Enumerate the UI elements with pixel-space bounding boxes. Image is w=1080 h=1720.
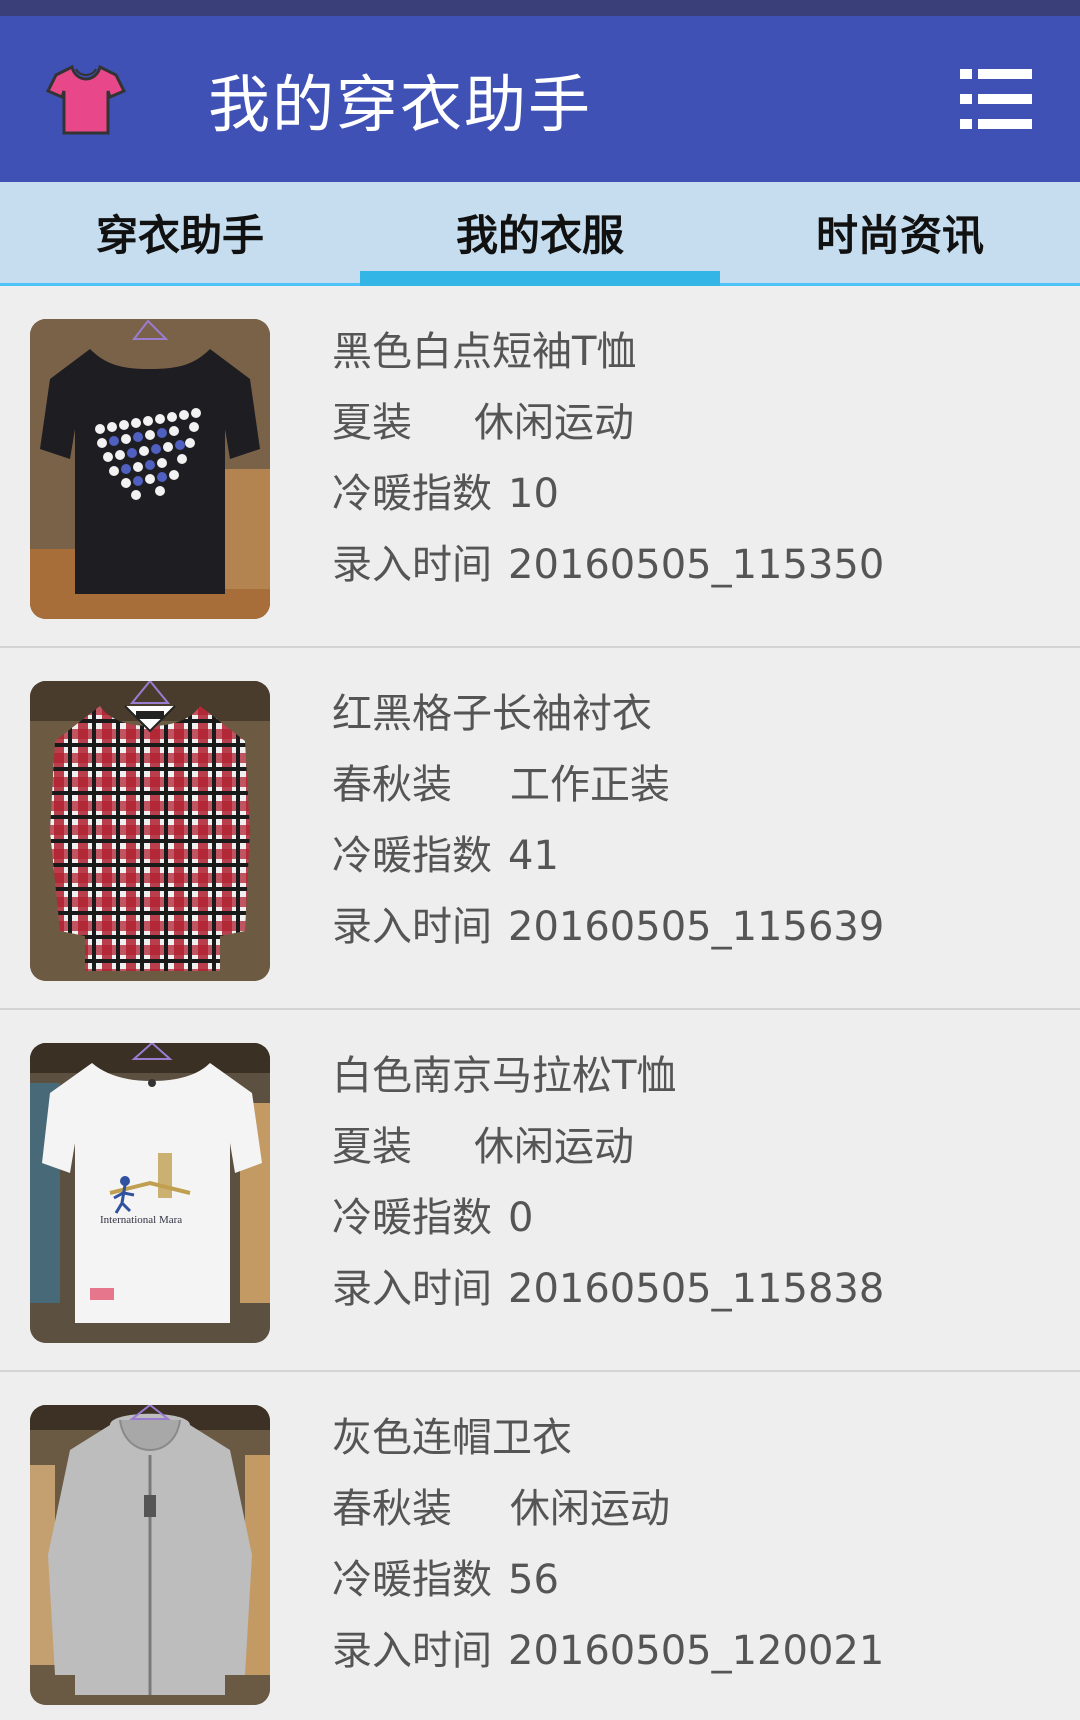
warmth-value: 41 <box>508 833 559 879</box>
clothing-photo: International Mara <box>30 1043 270 1343</box>
clothing-season: 夏装 <box>332 400 412 446</box>
tshirt-icon <box>44 57 128 141</box>
tab-fashion-news[interactable]: 时尚资讯 <box>720 182 1080 283</box>
clothing-name: 红黑格子长袖衬衣 <box>332 691 652 737</box>
clothing-photo <box>30 1405 270 1705</box>
list-item[interactable]: 灰色连帽卫衣 春秋装 休闲运动 冷暖指数 56 录入时间 20160505_12002… <box>0 1372 1080 1720</box>
clothing-style: 休闲运动 <box>474 1124 634 1170</box>
warmth-value: 56 <box>508 1557 559 1603</box>
warmth-value: 10 <box>508 471 559 517</box>
clothing-style: 工作正装 <box>510 762 670 808</box>
entry-time-value: 20160505_120021 <box>508 1628 885 1674</box>
entry-time-label: 录入时间 <box>332 1266 492 1312</box>
clothing-name: 灰色连帽卫衣 <box>332 1415 572 1461</box>
entry-time-value: 20160505_115838 <box>508 1266 885 1312</box>
app-bar: 我的穿衣助手 <box>0 16 1080 182</box>
status-bar <box>0 0 1080 16</box>
entry-time-value: 20160505_115350 <box>508 542 885 588</box>
warmth-label: 冷暖指数 <box>332 1195 492 1241</box>
warmth-value: 0 <box>508 1195 534 1241</box>
tab-outfit-assistant[interactable]: 穿衣助手 <box>0 182 360 283</box>
tab-bar: 穿衣助手 我的衣服 时尚资讯 <box>0 182 1080 286</box>
clothing-season: 春秋装 <box>332 1486 452 1532</box>
clothing-season: 春秋装 <box>332 762 452 808</box>
clothing-info: 黑色白点短袖T恤 夏装 休闲运动 冷暖指数 10 录入时间 20160505_1153… <box>332 319 884 605</box>
clothing-info: 灰色连帽卫衣 春秋装 休闲运动 冷暖指数 56 录入时间 20160505_12002… <box>332 1405 884 1691</box>
clothing-name: 白色南京马拉松T恤 <box>332 1053 677 1099</box>
clothes-list: 黑色白点短袖T恤 夏装 休闲运动 冷暖指数 10 录入时间 20160505_1153… <box>0 286 1080 1720</box>
clothing-name: 黑色白点短袖T恤 <box>332 329 637 375</box>
clothing-photo <box>30 319 270 619</box>
list-item[interactable]: 红黑格子长袖衬衣 春秋装 工作正装 冷暖指数 41 录入时间 20160505_115… <box>0 648 1080 1010</box>
clothing-style: 休闲运动 <box>510 1486 670 1532</box>
clothing-info: 红黑格子长袖衬衣 春秋装 工作正装 冷暖指数 41 录入时间 20160505_115… <box>332 681 884 967</box>
clothing-photo <box>30 681 270 981</box>
list-item[interactable]: International Mara 白色南京马拉松T恤 夏装 休闲运动 冷暖指数… <box>0 1010 1080 1372</box>
warmth-label: 冷暖指数 <box>332 1557 492 1603</box>
entry-time-value: 20160505_115639 <box>508 904 885 950</box>
clothing-season: 夏装 <box>332 1124 412 1170</box>
entry-time-label: 录入时间 <box>332 904 492 950</box>
tab-my-clothes[interactable]: 我的衣服 <box>360 182 720 286</box>
entry-time-label: 录入时间 <box>332 542 492 588</box>
list-item[interactable]: 黑色白点短袖T恤 夏装 休闲运动 冷暖指数 10 录入时间 20160505_1153… <box>0 286 1080 648</box>
svg-text:International Mara: International Mara <box>100 1214 182 1226</box>
entry-time-label: 录入时间 <box>332 1628 492 1674</box>
warmth-label: 冷暖指数 <box>332 833 492 879</box>
list-menu-icon[interactable] <box>948 51 1044 147</box>
app-title: 我的穿衣助手 <box>208 68 593 141</box>
warmth-label: 冷暖指数 <box>332 471 492 517</box>
clothing-style: 休闲运动 <box>474 400 634 446</box>
clothing-info: 白色南京马拉松T恤 夏装 休闲运动 冷暖指数 0 录入时间 20160505_1158… <box>332 1043 884 1329</box>
